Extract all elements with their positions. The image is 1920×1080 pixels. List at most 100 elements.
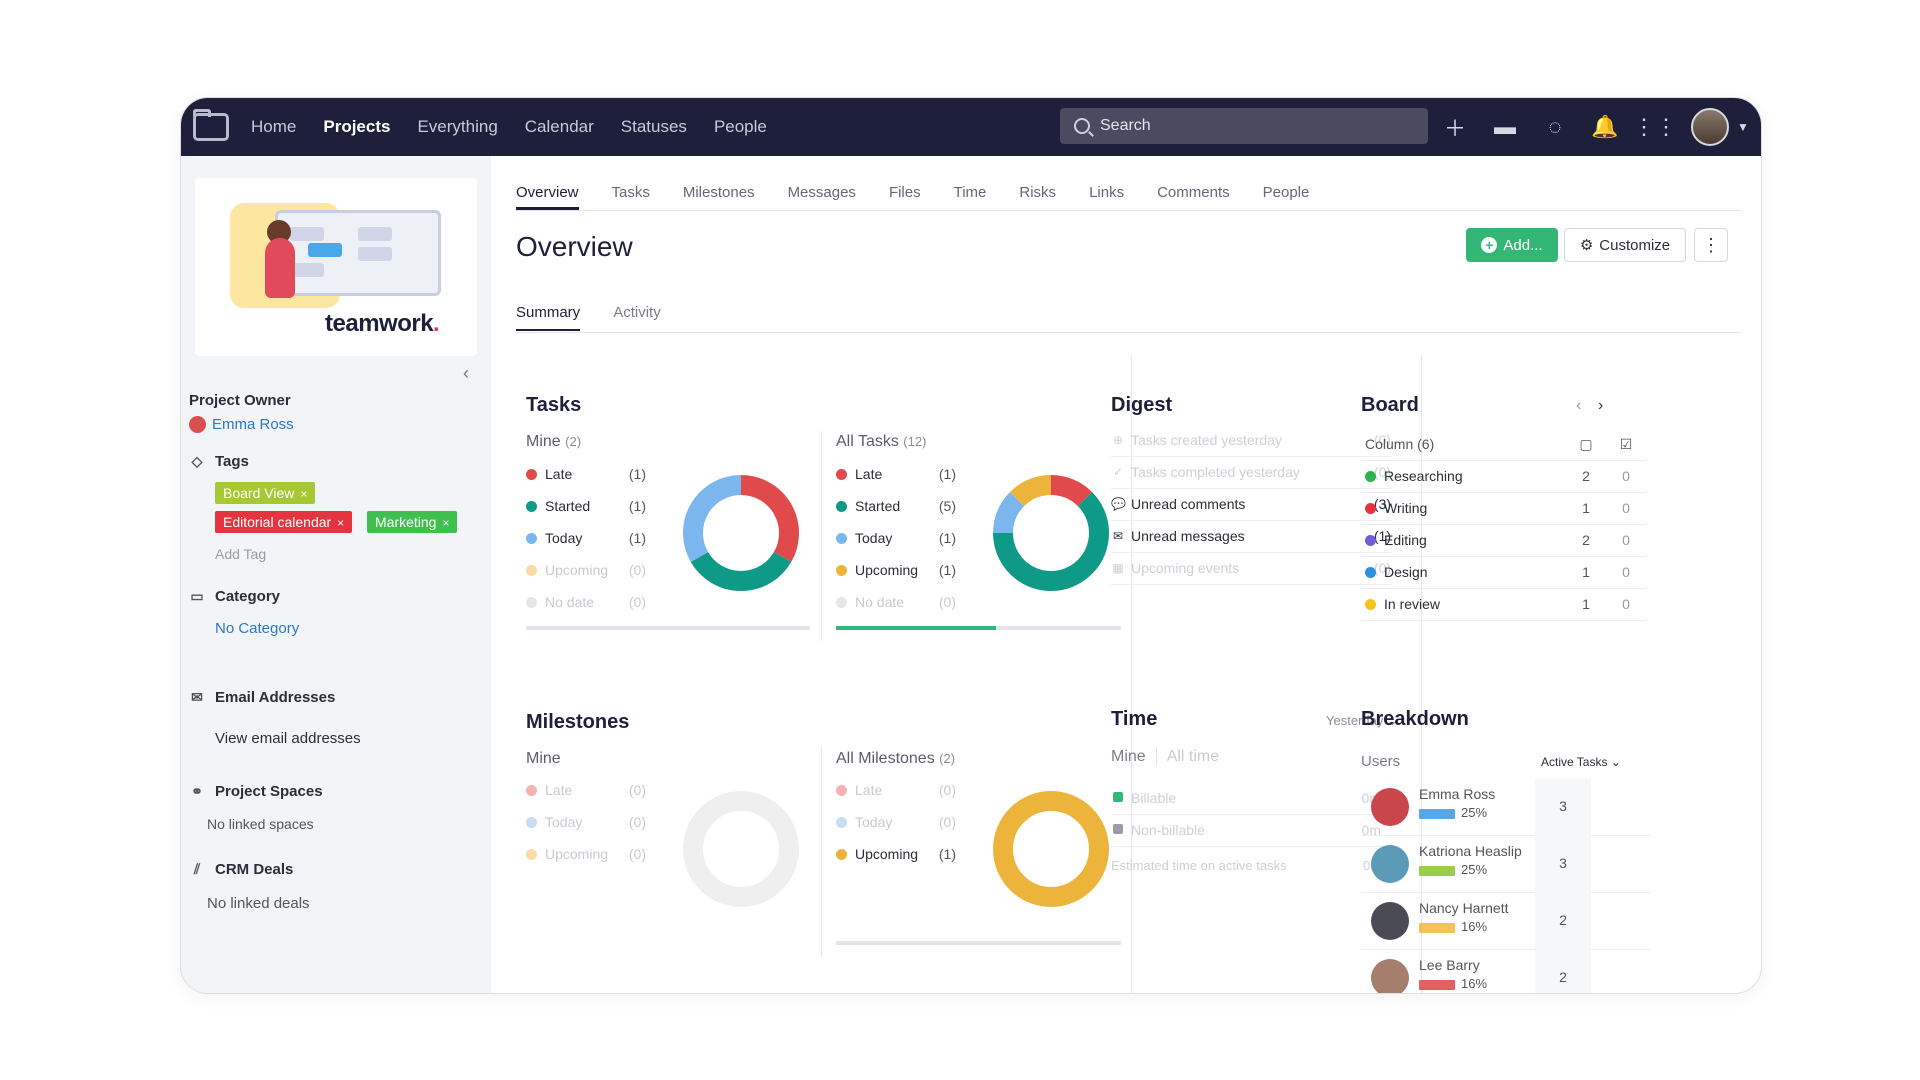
board-column-row[interactable]: Design 1 0 — [1361, 556, 1646, 589]
board-column-row[interactable]: Writing 1 0 — [1361, 492, 1646, 525]
legend-row[interactable]: Started (5) — [836, 490, 956, 522]
avatar — [1371, 902, 1409, 940]
board-column-row[interactable]: Editing 2 0 — [1361, 524, 1646, 557]
legend-row[interactable]: No date (0) — [836, 586, 956, 618]
tab-time[interactable]: Time — [954, 176, 987, 210]
user-row[interactable]: Lee Barry 16% 2 — [1361, 949, 1651, 993]
remove-tag-icon[interactable]: × — [442, 516, 449, 530]
legend-row[interactable]: Late (0) — [836, 774, 956, 806]
digest-title: Digest — [1111, 394, 1173, 416]
user-percent: 16% — [1461, 919, 1488, 934]
folder-icon[interactable]: ▬ — [1491, 113, 1519, 141]
add-tag-link[interactable]: Add Tag — [215, 546, 266, 562]
board-column-row[interactable]: In review 1 0 — [1361, 588, 1646, 621]
digest-row[interactable]: ▦ Upcoming events (0) — [1111, 552, 1391, 585]
tab-tasks[interactable]: Tasks — [612, 176, 650, 210]
user-avatar[interactable] — [1691, 108, 1729, 146]
chevron-down-icon[interactable]: ▼ — [1737, 120, 1749, 134]
legend-row[interactable]: Today (1) — [526, 522, 646, 554]
user-task-count: 3 — [1535, 835, 1591, 892]
digest-row[interactable]: ⊕ Tasks created yesterday (0) — [1111, 424, 1391, 457]
digest-row[interactable]: 💬 Unread comments (3) — [1111, 488, 1391, 521]
time-label: Billable — [1131, 790, 1177, 806]
user-row[interactable]: Emma Ross 25% 3 — [1361, 778, 1651, 836]
board-column-row[interactable]: Researching 2 0 — [1361, 460, 1646, 493]
digest-row[interactable]: ✉ Unread messages (1) — [1111, 520, 1391, 553]
email-label: Email Addresses — [215, 689, 336, 706]
tab-risks[interactable]: Risks — [1019, 176, 1056, 210]
legend-label: Upcoming — [545, 562, 609, 578]
time-filters: Mine All time — [1111, 748, 1219, 766]
project-sidebar: teamwork. ‹ Project Owner Emma Ross ◇ Ta… — [181, 156, 491, 993]
subtab-activity[interactable]: Activity — [613, 304, 661, 332]
percent-bar — [1419, 866, 1455, 876]
view-email-link[interactable]: View email addresses — [215, 730, 361, 747]
bell-icon[interactable]: 🔔 — [1591, 113, 1619, 141]
legend-row[interactable]: Started (1) — [526, 490, 646, 522]
user-name: Lee Barry — [1419, 957, 1480, 973]
add-button[interactable]: + Add... — [1466, 228, 1558, 262]
apps-grid-icon[interactable]: ⋮⋮ — [1633, 113, 1677, 141]
avatar — [1371, 959, 1409, 993]
legend-row[interactable]: No date (0) — [526, 586, 646, 618]
collapse-sidebar-icon[interactable]: ‹ — [463, 363, 469, 384]
tab-milestones[interactable]: Milestones — [683, 176, 755, 210]
legend-row[interactable]: Today (1) — [836, 522, 956, 554]
plus-icon[interactable]: ＋ — [1441, 113, 1469, 141]
legend-row[interactable]: Upcoming (1) — [836, 554, 956, 586]
board-count-done: 0 — [1622, 596, 1630, 612]
tab-comments[interactable]: Comments — [1157, 176, 1230, 210]
user-row[interactable]: Nancy Harnett 16% 2 — [1361, 892, 1651, 950]
nav-item-statuses[interactable]: Statuses — [621, 117, 687, 137]
tab-messages[interactable]: Messages — [788, 176, 856, 210]
top-nav: Home Projects Everything Calendar Statuses Pe… — [181, 98, 1761, 156]
nav-item-home[interactable]: Home — [251, 117, 296, 137]
chat-icon[interactable]: ◌ — [1541, 113, 1569, 141]
user-row[interactable]: Katriona Heaslip 25% 3 — [1361, 835, 1651, 893]
tab-overview[interactable]: Overview — [516, 176, 579, 210]
nav-item-projects[interactable]: Projects — [323, 117, 390, 137]
category-link[interactable]: No Category — [215, 620, 299, 637]
legend-row[interactable]: Upcoming (1) — [836, 838, 956, 870]
checkbox-icon[interactable]: ▢ — [1566, 436, 1606, 453]
legend-row[interactable]: Today (0) — [836, 806, 956, 838]
folder-logo-icon[interactable] — [193, 109, 229, 141]
checked-box-icon[interactable]: ☑ — [1606, 436, 1646, 453]
divider — [821, 431, 822, 641]
legend-row[interactable]: Upcoming (0) — [526, 554, 646, 586]
project-owner[interactable]: Emma Ross — [189, 416, 294, 433]
search-input[interactable]: Search — [1060, 108, 1428, 144]
legend-row[interactable]: Upcoming (0) — [526, 838, 646, 870]
board-column-label: Researching — [1384, 468, 1463, 484]
active-tasks-dropdown[interactable]: Active Tasks ⌄ — [1541, 755, 1621, 769]
tab-people[interactable]: People — [1263, 176, 1310, 210]
board-next-icon[interactable]: › — [1598, 397, 1603, 415]
nav-item-calendar[interactable]: Calendar — [525, 117, 594, 137]
legend-label: Today — [545, 814, 583, 830]
board-prev-icon[interactable]: ‹ — [1576, 397, 1581, 415]
remove-tag-icon[interactable]: × — [300, 487, 307, 501]
legend-row[interactable]: Late (1) — [836, 458, 956, 490]
crm-icon: ⫽ — [193, 861, 201, 877]
donut-segment — [1050, 475, 1093, 507]
email-section: ✉ Email Addresses — [189, 689, 335, 706]
nav-item-everything[interactable]: Everything — [417, 117, 497, 137]
nav-item-people[interactable]: People — [714, 117, 767, 137]
tab-files[interactable]: Files — [889, 176, 921, 210]
tab-links[interactable]: Links — [1089, 176, 1124, 210]
tag-board-view[interactable]: Board View × — [215, 482, 316, 504]
time-filter-all-time[interactable]: All time — [1157, 748, 1219, 766]
legend-row[interactable]: Late (1) — [526, 458, 646, 490]
all-tasks-heading: All Tasks (12) — [836, 433, 927, 450]
more-options-button[interactable]: ⋮ — [1694, 228, 1728, 262]
subtab-summary[interactable]: Summary — [516, 304, 581, 331]
legend-row[interactable]: Today (0) — [526, 806, 646, 838]
tag-marketing[interactable]: Marketing × — [367, 511, 458, 533]
digest-row[interactable]: ✓ Tasks completed yesterday (0) — [1111, 456, 1391, 489]
customize-button[interactable]: ⚙ Customize — [1564, 228, 1686, 262]
tag-editorial-calendar[interactable]: Editorial calendar × — [215, 511, 353, 533]
board-count-done: 0 — [1622, 468, 1630, 484]
time-filter-mine[interactable]: Mine — [1111, 748, 1157, 766]
remove-tag-icon[interactable]: × — [337, 516, 344, 530]
legend-row[interactable]: Late (0) — [526, 774, 646, 806]
